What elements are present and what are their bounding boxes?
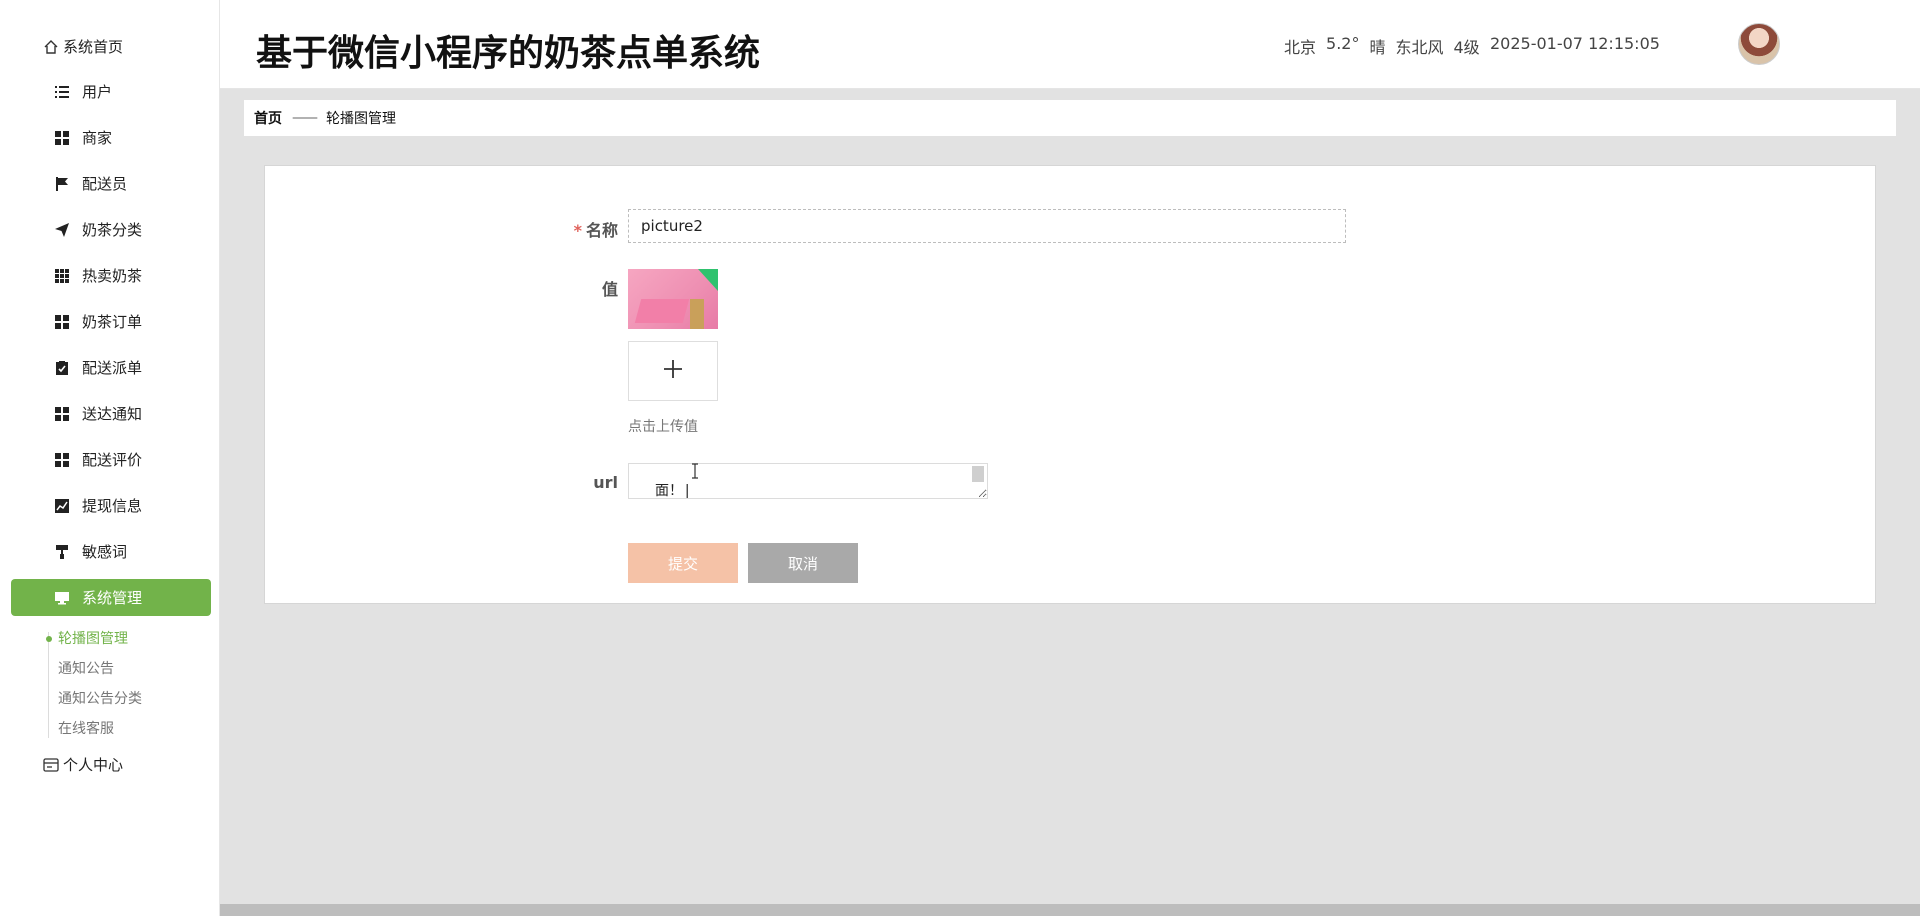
weather-condition: 晴 [1369, 38, 1386, 57]
uploaded-image-thumbnail[interactable] [628, 269, 718, 329]
sidebar: 系统首页 用户 商家 配送员 奶茶分类 热卖奶茶 奶茶订单 配送派单 送达通知 … [0, 0, 220, 916]
sidebar-item-label: 用户 [82, 83, 113, 101]
sidebar-item-label: 提现信息 [82, 497, 143, 515]
grid-icon [54, 130, 70, 146]
weather-temp: 5.2° [1326, 34, 1360, 53]
sidebar-item-label: 系统首页 [63, 38, 124, 56]
submenu-item-notice[interactable]: 通知公告 [46, 658, 206, 688]
breadcrumb-separator: —— [292, 110, 318, 126]
sidebar-item-label: 奶茶分类 [82, 221, 143, 239]
sidebar-item-withdraw[interactable]: 提现信息 [11, 487, 211, 524]
weather-level: 4级 [1453, 38, 1480, 57]
sidebar-item-courier[interactable]: 配送员 [11, 165, 211, 202]
sidebar-item-hot-tea[interactable]: 热卖奶茶 [11, 257, 211, 294]
sidebar-item-sensitive-words[interactable]: 敏感词 [11, 533, 211, 570]
paper-plane-icon [54, 222, 70, 238]
user-avatar[interactable] [1738, 23, 1780, 65]
sidebar-item-home[interactable]: 系统首页 [11, 28, 211, 65]
submenu-item-carousel[interactable]: 轮播图管理 [46, 628, 206, 658]
submenu-item-notice-category[interactable]: 通知公告分类 [46, 688, 206, 718]
sidebar-item-label: 配送评价 [82, 451, 143, 469]
cancel-button[interactable]: 取消 [748, 543, 858, 583]
sidebar-item-system-management[interactable]: 系统管理 [11, 579, 211, 616]
breadcrumb-current: 轮播图管理 [326, 111, 396, 127]
sidebar-item-label: 个人中心 [63, 756, 124, 774]
current-datetime: 2025-01-07 12:15:05 [1490, 34, 1660, 53]
app-root: 系统首页 用户 商家 配送员 奶茶分类 热卖奶茶 奶茶订单 配送派单 送达通知 … [0, 0, 1920, 916]
weather-info: 北京 5.2° 晴 东北风 4级 [1284, 34, 1480, 58]
line-chart-icon [54, 498, 70, 514]
monitor-icon [54, 590, 70, 606]
sidebar-item-label: 系统管理 [82, 589, 143, 607]
sidebar-item-label: 热卖奶茶 [82, 267, 143, 285]
horizontal-scrollbar[interactable] [220, 904, 1920, 916]
id-card-icon [43, 757, 59, 773]
form-panel: *名称 值 点击上传值 url 面！| 提交 取消 [264, 165, 1876, 604]
flag-icon [54, 176, 70, 192]
sidebar-item-personal-center[interactable]: 个人中心 [11, 746, 211, 783]
name-label-text: 名称 [585, 221, 618, 240]
grid-nine-icon [54, 268, 70, 284]
sidebar-item-label: 奶茶订单 [82, 313, 143, 331]
textarea-scrollbar[interactable] [972, 466, 984, 482]
sidebar-item-label: 送达通知 [82, 405, 143, 423]
sidebar-item-delivery-review[interactable]: 配送评价 [11, 441, 211, 478]
weather-wind: 东北风 [1395, 38, 1444, 57]
upload-button[interactable] [628, 341, 718, 401]
clipboard-check-icon [54, 360, 70, 376]
value-label: 值 [601, 280, 618, 299]
grid-icon [54, 452, 70, 468]
plus-icon [662, 358, 684, 384]
sidebar-item-label: 商家 [82, 129, 113, 147]
breadcrumb-home[interactable]: 首页 [254, 108, 282, 128]
name-input[interactable] [628, 209, 1346, 243]
top-header: 基于微信小程序的奶茶点单系统 北京 5.2° 晴 东北风 4级 2025-01-… [220, 0, 1920, 89]
sidebar-item-label: 配送派单 [82, 359, 143, 377]
name-label: * 名称 [518, 217, 618, 241]
sidebar-item-label: 配送员 [82, 175, 128, 193]
list-icon [54, 84, 70, 100]
app-title: 基于微信小程序的奶茶点单系统 [256, 33, 761, 74]
submenu-item-online-service[interactable]: 在线客服 [46, 718, 206, 748]
submenu-system-management: 轮播图管理 通知公告 通知公告分类 在线客服 [46, 628, 206, 748]
grid-icon [54, 314, 70, 330]
sidebar-item-tea-category[interactable]: 奶茶分类 [11, 211, 211, 248]
url-textarea[interactable]: 面！| [628, 463, 988, 499]
sidebar-item-users[interactable]: 用户 [11, 73, 211, 110]
sidebar-item-dispatch[interactable]: 配送派单 [11, 349, 211, 386]
text-cursor-icon [691, 463, 699, 483]
url-label: url [593, 473, 618, 492]
sidebar-item-merchant[interactable]: 商家 [11, 119, 211, 156]
required-mark: * [573, 221, 582, 240]
home-icon [43, 39, 59, 55]
breadcrumb: 首页 —— 轮播图管理 [244, 100, 1896, 136]
sidebar-item-label: 敏感词 [82, 543, 128, 561]
submit-button[interactable]: 提交 [628, 543, 738, 583]
paint-roller-icon [54, 544, 70, 560]
grid-icon [54, 406, 70, 422]
weather-city: 北京 [1284, 38, 1317, 57]
upload-tip: 点击上传值 [628, 419, 698, 435]
sidebar-item-delivery-notice[interactable]: 送达通知 [11, 395, 211, 432]
sidebar-item-tea-order[interactable]: 奶茶订单 [11, 303, 211, 340]
